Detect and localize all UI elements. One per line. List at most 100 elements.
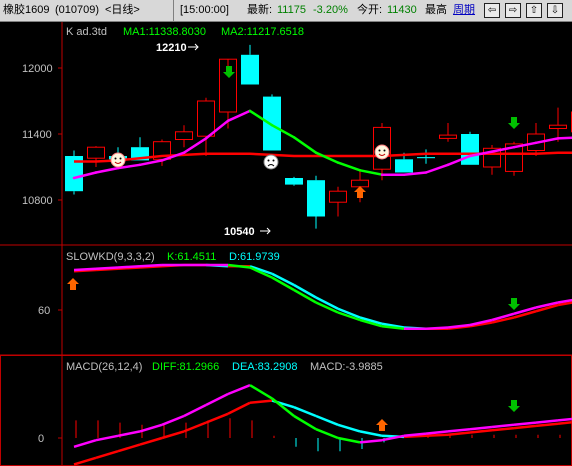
macd-dea-segment <box>557 421 572 425</box>
ma1-segment <box>138 159 164 167</box>
smiley-icon <box>110 152 126 168</box>
candle-body[interactable] <box>395 159 413 173</box>
macd-dea-segment <box>315 414 339 426</box>
macd-diff-segment <box>469 425 493 431</box>
macd-diff-segment <box>227 384 251 396</box>
macd-legend-prefix: MACD(26,12,4) <box>66 361 142 373</box>
kd-d-legend: D:61.9739 <box>229 251 280 263</box>
ma1-segment <box>424 163 450 174</box>
kd-legend-prefix: SLOWKD(9,3,3,2) <box>66 251 155 263</box>
ma1-segment <box>556 136 572 140</box>
candle-body[interactable] <box>461 134 479 165</box>
macd-diff-segment <box>557 417 572 422</box>
price-axis-label: 11400 <box>22 129 52 141</box>
nav-up-button[interactable]: ⇧ <box>526 3 542 18</box>
ma1-segment <box>534 137 560 145</box>
macd-diff-segment <box>183 403 207 418</box>
macd-diff-segment <box>293 414 317 431</box>
macd-diff-segment <box>359 438 383 444</box>
week-period-link[interactable]: 周期 <box>453 4 475 17</box>
kd-y-label: 60 <box>38 305 50 317</box>
open-value: 11430 <box>387 4 417 16</box>
nav-left-button[interactable]: ⇦ <box>484 3 500 18</box>
candle-body[interactable] <box>351 179 369 188</box>
symbol-name: 橡胶1609 <box>3 4 50 16</box>
macd-diff-legend: DIFF:81.2966 <box>152 361 219 373</box>
kd-k-segment <box>425 326 449 330</box>
sell-arrow-icon <box>508 298 520 310</box>
latest-label: 最新: <box>247 4 273 16</box>
macd-diff-segment <box>117 430 141 438</box>
candle-body[interactable] <box>285 178 303 185</box>
macd-dea-segment <box>117 443 141 453</box>
candle-body[interactable] <box>263 96 281 151</box>
macd-dea-segment <box>513 424 537 430</box>
ma1-segment <box>358 169 384 176</box>
price-axis-label: 10800 <box>22 195 53 207</box>
macd-diff-segment <box>161 414 185 426</box>
arrow-down-icon: ⇩ <box>550 4 560 16</box>
macd-dea-segment <box>359 430 383 438</box>
macd-dea-segment <box>227 401 251 415</box>
ma1-segment <box>182 137 208 154</box>
candle-body[interactable] <box>175 131 193 141</box>
time-stamp: [15:00:00] <box>180 4 229 16</box>
candle-body[interactable] <box>439 134 457 139</box>
nav-down-button[interactable]: ⇩ <box>547 3 563 18</box>
low-annotation-arrow <box>260 227 271 235</box>
macd-dea-segment <box>183 421 207 433</box>
macd-diff-segment <box>315 428 339 440</box>
arrow-left-icon: ⇦ <box>487 4 497 16</box>
macd-diff-segment <box>535 419 559 424</box>
high-label: 最高 <box>425 4 447 16</box>
macd-dea-segment <box>425 433 449 438</box>
macd-dea-segment <box>491 426 515 432</box>
nav-right-button[interactable]: ⇨ <box>505 3 521 18</box>
kd-k-segment <box>139 263 163 268</box>
candle-body[interactable] <box>549 124 567 129</box>
period-label[interactable]: <日线> <box>105 4 140 17</box>
macd-diff-segment <box>425 430 449 435</box>
macd-dea-segment <box>293 406 317 418</box>
macd-diff-segment <box>491 423 515 429</box>
macd-diff-segment <box>205 392 229 407</box>
open-label: 今开: <box>357 4 383 16</box>
macd-dea-segment <box>535 422 559 428</box>
macd-diff-segment <box>337 436 361 444</box>
sell-arrow-icon <box>508 117 520 129</box>
macd-dea-legend: DEA:83.2908 <box>232 361 297 373</box>
candle-body[interactable] <box>307 180 325 217</box>
kd-k-legend: K:61.4511 <box>167 251 216 263</box>
kline-chart[interactable]: K ad.3td MA1:11338.8030 MA2:11217.6518 1… <box>0 22 572 466</box>
candle-body[interactable] <box>417 157 435 159</box>
candle-body[interactable] <box>329 190 347 203</box>
candle-body[interactable] <box>197 100 215 137</box>
macd-dea-segment <box>447 431 471 436</box>
macd-value-legend: MACD:-3.9885 <box>310 361 383 373</box>
macd-diff-segment <box>249 384 273 400</box>
quote-title-bar: 橡胶1609 (010709) <日线> [15:00:00] 最新: 1117… <box>0 0 572 22</box>
arrow-up-icon: ⇧ <box>529 4 539 16</box>
candle-body[interactable] <box>241 54 259 85</box>
low-annotation: 10540 <box>224 226 255 238</box>
macd-diff-segment <box>95 434 119 442</box>
ma2-legend: MA2:11217.6518 <box>221 26 304 38</box>
candle-body[interactable] <box>87 146 105 159</box>
high-annotation-arrow <box>188 43 199 51</box>
arrow-right-icon: ⇨ <box>508 4 518 16</box>
sell-arrow-icon <box>508 400 520 412</box>
change-percent: -3.20% <box>313 4 348 16</box>
ma1-line <box>72 109 572 180</box>
sad-face-icon <box>263 154 279 170</box>
ma1-segment <box>402 171 428 176</box>
buy-arrow-icon <box>354 186 366 198</box>
macd-dea-segment <box>73 456 97 466</box>
symbol-code: (010709) <box>55 4 100 16</box>
ma1-segment <box>204 119 230 140</box>
kd-k-segment <box>95 266 119 270</box>
macd-dea-segment <box>469 429 493 434</box>
high-annotation: 12210 <box>156 42 187 54</box>
ma1-segment <box>314 151 340 164</box>
smiley-icon <box>374 144 390 160</box>
macd-diff-segment <box>513 421 537 427</box>
